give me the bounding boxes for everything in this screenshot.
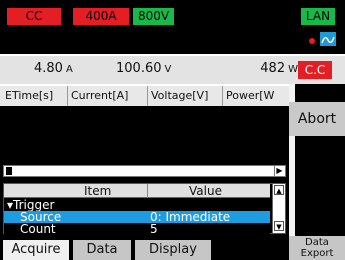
mode-badge: CC xyxy=(7,8,61,25)
tab-data[interactable]: Data xyxy=(73,240,131,260)
power-readout: 482 W xyxy=(208,61,298,76)
count-row[interactable]: Count 5 xyxy=(4,223,270,235)
lan-badge: LAN xyxy=(301,8,335,25)
column-divider xyxy=(147,184,148,198)
status-bar: CC 400A 800V LAN xyxy=(0,0,345,50)
power-unit: W xyxy=(288,64,298,75)
vertical-scrollbar[interactable]: ▲ ▼ xyxy=(272,184,285,233)
source-value: 0: Immediate xyxy=(150,210,231,224)
current-value: 4.80 xyxy=(34,61,63,76)
power-value: 482 xyxy=(260,61,286,76)
scroll-thumb[interactable] xyxy=(6,167,12,175)
waveform-icon xyxy=(320,32,336,46)
scroll-right-icon[interactable]: ▶ xyxy=(274,166,284,176)
data-export-button[interactable]: Data Export xyxy=(289,236,345,260)
count-value: 5 xyxy=(150,222,158,236)
voltage-readout: 100.60 V xyxy=(116,61,171,76)
column-divider xyxy=(222,86,223,106)
settings-header-value: Value xyxy=(189,184,222,198)
count-label: Count xyxy=(20,222,56,236)
current-readout: 4.80 A xyxy=(34,61,73,76)
column-divider xyxy=(147,86,148,106)
settings-table: Item Value ▾Trigger Source 0: Immediate … xyxy=(3,183,286,235)
bottom-tab-bar: Acquire Data Display Data Export xyxy=(0,236,345,260)
measurement-row: 4.80 A 100.60 V 482 W C.C xyxy=(0,54,345,84)
data-table: ETime[s] Current[A] Voltage[V] Power[W xyxy=(0,84,289,164)
column-header-current: Current[A] xyxy=(71,89,129,102)
data-table-header: ETime[s] Current[A] Voltage[V] Power[W xyxy=(0,84,289,106)
cc-mode-badge: C.C xyxy=(298,61,332,79)
abort-button[interactable]: Abort xyxy=(289,102,345,136)
tab-acquire[interactable]: Acquire xyxy=(3,240,69,260)
voltage-unit: V xyxy=(164,64,172,75)
horizontal-scrollbar[interactable]: ▶ xyxy=(3,165,286,177)
voltage-value: 100.60 xyxy=(116,61,162,76)
column-header-power: Power[W xyxy=(226,89,275,102)
current-unit: A xyxy=(65,64,73,75)
scroll-down-icon[interactable]: ▼ xyxy=(274,221,284,231)
scroll-up-icon[interactable]: ▲ xyxy=(274,185,284,195)
voltage-range-badge: 800V xyxy=(133,8,174,25)
status-dot-icon xyxy=(309,38,315,44)
column-header-voltage: Voltage[V] xyxy=(151,89,209,102)
settings-header-item: Item xyxy=(84,184,112,198)
tab-display[interactable]: Display xyxy=(135,240,211,260)
column-header-etime: ETime[s] xyxy=(5,89,54,102)
column-divider xyxy=(67,86,68,106)
settings-header: Item Value xyxy=(4,184,270,198)
current-range-badge: 400A xyxy=(73,8,129,25)
